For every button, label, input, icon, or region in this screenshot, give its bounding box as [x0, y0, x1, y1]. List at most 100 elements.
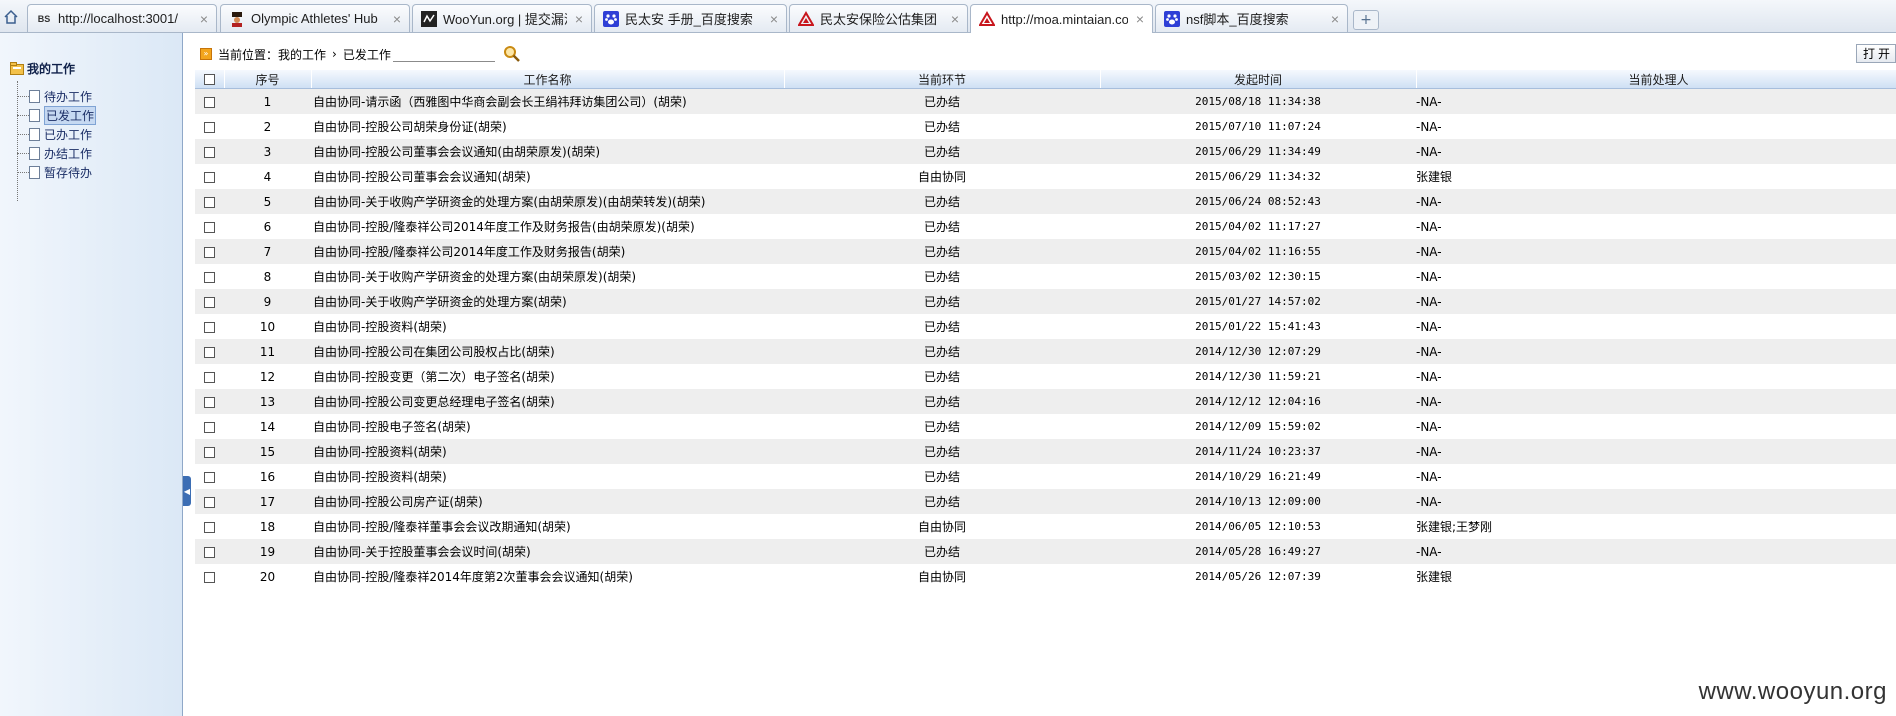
tab-close-icon[interactable]: × [1329, 11, 1341, 27]
tab-close-icon[interactable]: × [768, 11, 780, 27]
tab-close-icon[interactable]: × [391, 11, 403, 27]
cell-work-name[interactable]: 自由协同-控股/隆泰祥公司2014年度工作及财务报告(胡荣) [311, 239, 784, 264]
row-checkbox[interactable] [204, 446, 215, 458]
row-checkbox[interactable] [204, 146, 215, 158]
header-name[interactable]: 工作名称 [311, 70, 785, 89]
row-checkbox-cell[interactable] [195, 114, 224, 139]
cell-work-name[interactable]: 自由协同-关于收购产学研资金的处理方案(胡荣) [311, 289, 784, 314]
table-row[interactable]: 9 自由协同-关于收购产学研资金的处理方案(胡荣) 已办结 2015/01/27 14… [195, 289, 1896, 314]
cell-work-name[interactable]: 自由协同-控股公司胡荣身份证(胡荣) [311, 114, 784, 139]
browser-tab[interactable]: BS http://localhost:3001/ × [27, 4, 217, 32]
cell-work-name[interactable]: 自由协同-控股资料(胡荣) [311, 464, 784, 489]
cell-work-name[interactable]: 自由协同-控股资料(胡荣) [311, 314, 784, 339]
row-checkbox[interactable] [204, 471, 215, 483]
table-row[interactable]: 7 自由协同-控股/隆泰祥公司2014年度工作及财务报告(胡荣) 已办结 2015/0… [195, 239, 1896, 264]
row-checkbox[interactable] [204, 496, 215, 508]
cell-work-name[interactable]: 自由协同-控股变更（第二次）电子签名(胡荣) [311, 364, 784, 389]
row-checkbox[interactable] [204, 396, 215, 408]
row-checkbox-cell[interactable] [195, 264, 224, 289]
browser-tab[interactable]: Olympic Athletes' Hub × [220, 4, 410, 32]
cell-work-name[interactable]: 自由协同-关于控股董事会会议时间(胡荣) [311, 539, 784, 564]
sidebar-collapse-button[interactable]: ◀ [183, 476, 191, 506]
tree-root[interactable]: 我的工作 [10, 60, 75, 77]
row-checkbox-cell[interactable] [195, 539, 224, 564]
browser-tab[interactable]: http://moa.mintaian.co × [970, 4, 1153, 33]
row-checkbox[interactable] [204, 571, 215, 583]
row-checkbox-cell[interactable] [195, 214, 224, 239]
table-row[interactable]: 8 自由协同-关于收购产学研资金的处理方案(由胡荣原发)(胡荣) 已办结 2015/0… [195, 264, 1896, 289]
tab-close-icon[interactable]: × [1134, 11, 1146, 27]
table-row[interactable]: 18 自由协同-控股/隆泰祥董事会会议改期通知(胡荣) 自由协同 2014/06/05… [195, 514, 1896, 539]
row-checkbox[interactable] [204, 296, 215, 308]
search-icon[interactable] [503, 45, 521, 63]
table-row[interactable]: 16 自由协同-控股资料(胡荣) 已办结 2014/10/29 16:21:49 -NA… [195, 464, 1896, 489]
cell-work-name[interactable]: 自由协同-控股资料(胡荣) [311, 439, 784, 464]
row-checkbox[interactable] [204, 221, 215, 233]
row-checkbox-cell[interactable] [195, 389, 224, 414]
row-checkbox-cell[interactable] [195, 88, 224, 114]
search-input[interactable] [392, 46, 495, 62]
sidebar-item[interactable]: 待办工作 [17, 87, 92, 105]
row-checkbox[interactable] [204, 196, 215, 208]
row-checkbox[interactable] [204, 421, 215, 433]
row-checkbox-cell[interactable] [195, 414, 224, 439]
row-checkbox-cell[interactable] [195, 314, 224, 339]
browser-tab[interactable]: nsf脚本_百度搜索 × [1155, 4, 1348, 32]
cell-work-name[interactable]: 自由协同-关于收购产学研资金的处理方案(由胡荣原发)(胡荣) [311, 264, 784, 289]
row-checkbox[interactable] [204, 271, 215, 283]
header-index[interactable]: 序号 [224, 70, 312, 89]
tab-close-icon[interactable]: × [198, 11, 210, 27]
table-row[interactable]: 12 自由协同-控股变更（第二次）电子签名(胡荣) 已办结 2014/12/30 11… [195, 364, 1896, 389]
row-checkbox-cell[interactable] [195, 439, 224, 464]
table-row[interactable]: 20 自由协同-控股/隆泰祥2014年度第2次董事会会议通知(胡荣) 自由协同 201… [195, 564, 1896, 589]
cell-work-name[interactable]: 自由协同-请示函（西雅图中华商会副会长王绢祎拜访集团公司）(胡荣) [311, 88, 784, 114]
table-row[interactable]: 2 自由协同-控股公司胡荣身份证(胡荣) 已办结 2015/07/10 11:07:2… [195, 114, 1896, 139]
row-checkbox-cell[interactable] [195, 139, 224, 164]
select-all-checkbox[interactable] [203, 74, 215, 85]
row-checkbox-cell[interactable] [195, 239, 224, 264]
row-checkbox[interactable] [204, 121, 215, 133]
sidebar-item[interactable]: 已办工作 [17, 125, 92, 143]
row-checkbox-cell[interactable] [195, 339, 224, 364]
home-button[interactable] [0, 4, 22, 30]
table-row[interactable]: 5 自由协同-关于收购产学研资金的处理方案(由胡荣原发)(由胡荣转发)(胡荣) 已办… [195, 189, 1896, 214]
sidebar-item[interactable]: 办结工作 [17, 144, 92, 162]
cell-work-name[interactable]: 自由协同-控股公司在集团公司股权占比(胡荣) [311, 339, 784, 364]
cell-work-name[interactable]: 自由协同-控股/隆泰祥公司2014年度工作及财务报告(由胡荣原发)(胡荣) [311, 214, 784, 239]
sidebar-item[interactable]: 已发工作 [17, 105, 97, 125]
table-row[interactable]: 13 自由协同-控股公司变更总经理电子签名(胡荣) 已办结 2014/12/12 12… [195, 389, 1896, 414]
row-checkbox-cell[interactable] [195, 514, 224, 539]
breadcrumb-my-work[interactable]: 我的工作 [278, 46, 326, 63]
row-checkbox-cell[interactable] [195, 189, 224, 214]
row-checkbox-cell[interactable] [195, 464, 224, 489]
row-checkbox[interactable] [204, 546, 215, 558]
row-checkbox[interactable] [204, 171, 215, 183]
cell-work-name[interactable]: 自由协同-控股公司董事会会议通知(由胡荣原发)(胡荣) [311, 139, 784, 164]
table-row[interactable]: 1 自由协同-请示函（西雅图中华商会副会长王绢祎拜访集团公司）(胡荣) 已办结 201… [195, 88, 1896, 114]
table-row[interactable]: 14 自由协同-控股电子签名(胡荣) 已办结 2014/12/09 15:59:02-… [195, 414, 1896, 439]
row-checkbox[interactable] [204, 521, 215, 533]
browser-tab[interactable]: 民太安保险公估集团 × [789, 4, 968, 32]
cell-work-name[interactable]: 自由协同-控股公司房产证(胡荣) [311, 489, 784, 514]
cell-work-name[interactable]: 自由协同-控股公司董事会会议通知(胡荣) [311, 164, 784, 189]
header-stage[interactable]: 当前环节 [784, 70, 1101, 89]
tab-close-icon[interactable]: × [573, 11, 585, 27]
row-checkbox-cell[interactable] [195, 364, 224, 389]
sidebar-item[interactable]: 暂存待办 [17, 163, 92, 181]
row-checkbox-cell[interactable] [195, 564, 224, 589]
tab-close-icon[interactable]: × [949, 11, 961, 27]
table-row[interactable]: 19 自由协同-关于控股董事会会议时间(胡荣) 已办结 2014/05/28 16:4… [195, 539, 1896, 564]
browser-tab[interactable]: WooYun.org | 提交漏洞 × [412, 4, 592, 32]
table-row[interactable]: 17 自由协同-控股公司房产证(胡荣) 已办结 2014/10/13 12:09:00… [195, 489, 1896, 514]
table-row[interactable]: 6 自由协同-控股/隆泰祥公司2014年度工作及财务报告(由胡荣原发)(胡荣) 已办… [195, 214, 1896, 239]
table-row[interactable]: 4 自由协同-控股公司董事会会议通知(胡荣) 自由协同 2015/06/29 11:3… [195, 164, 1896, 189]
row-checkbox-cell[interactable] [195, 164, 224, 189]
header-handler[interactable]: 当前处理人 [1416, 70, 1896, 89]
cell-work-name[interactable]: 自由协同-控股电子签名(胡荣) [311, 414, 784, 439]
row-checkbox-cell[interactable] [195, 289, 224, 314]
row-checkbox[interactable] [204, 371, 215, 383]
table-row[interactable]: 3 自由协同-控股公司董事会会议通知(由胡荣原发)(胡荣) 已办结 2015/06/2… [195, 139, 1896, 164]
table-row[interactable]: 11 自由协同-控股公司在集团公司股权占比(胡荣) 已办结 2014/12/30 12… [195, 339, 1896, 364]
cell-work-name[interactable]: 自由协同-控股/隆泰祥2014年度第2次董事会会议通知(胡荣) [311, 564, 784, 589]
open-button[interactable]: 打开 [1856, 44, 1896, 63]
